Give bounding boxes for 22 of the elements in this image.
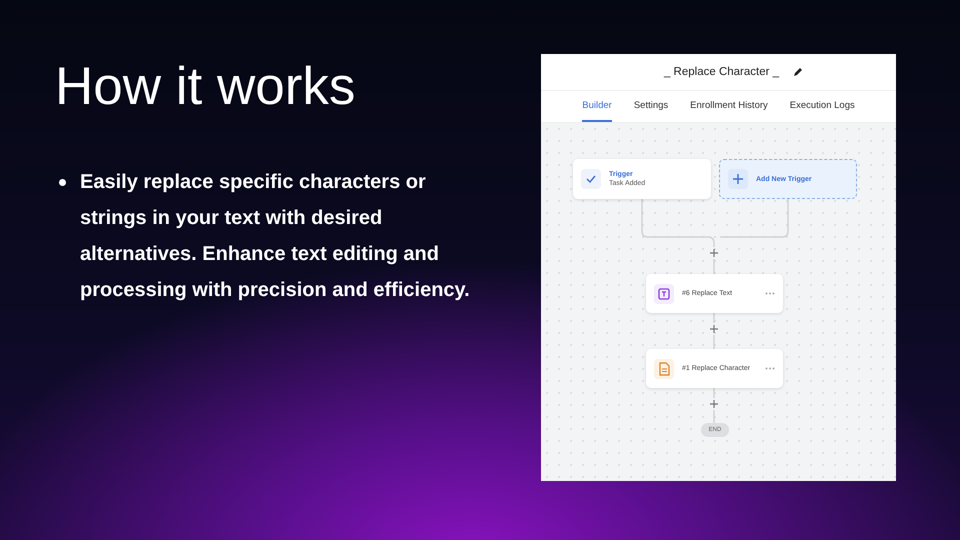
plus-icon[interactable]: [709, 248, 719, 258]
connector-line: [713, 335, 715, 349]
more-options-icon[interactable]: [765, 367, 775, 370]
text-icon: [654, 284, 674, 304]
tab[interactable]: Settings: [634, 91, 668, 122]
check-icon: [581, 169, 601, 189]
plus-icon[interactable]: [709, 324, 719, 334]
bullet-text: Easily replace specific characters or strings in your text with desired alternatives. Enhance text editing and processing with precision and efficiency.: [80, 170, 471, 303]
more-options-icon[interactable]: [765, 292, 775, 295]
connector-line: [713, 388, 715, 398]
tab[interactable]: Enrollment History: [690, 91, 768, 122]
plus-icon[interactable]: [709, 399, 719, 409]
plus-icon: [728, 169, 748, 189]
tab[interactable]: Execution Logs: [790, 91, 855, 122]
connector-line: [713, 410, 715, 423]
document-icon: [654, 358, 674, 378]
pencil-icon[interactable]: [793, 67, 804, 77]
connector-line: [713, 313, 715, 323]
connector-line: [713, 259, 715, 274]
workflow-title: _ Replace Character _: [664, 66, 780, 78]
bullet-dot: [59, 179, 66, 186]
slide-title: How it works: [55, 56, 356, 118]
